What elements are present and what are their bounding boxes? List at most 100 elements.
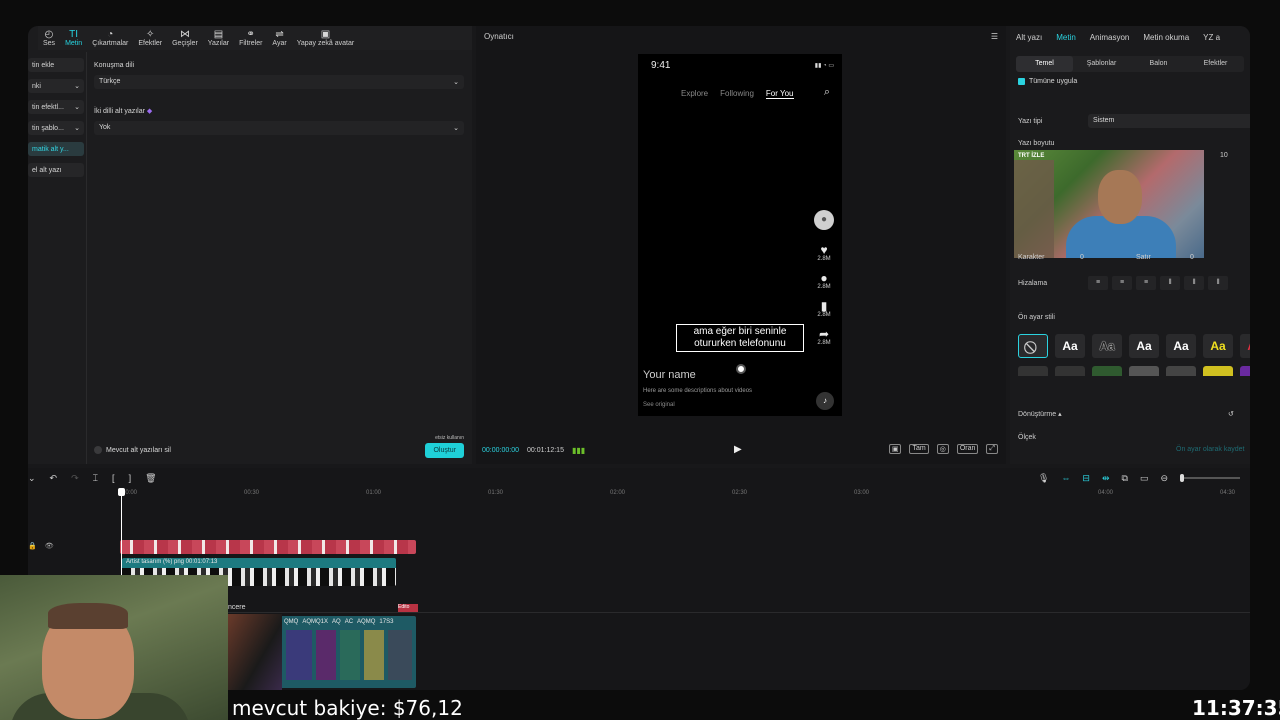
sidebar-item-text-templates[interactable]: tin şablo... ⌄ <box>28 121 84 135</box>
tool-captions[interactable]: ▤ Yazılar <box>203 26 234 50</box>
tick: 04:00 <box>1098 490 1114 496</box>
font-select[interactable]: Sistem <box>1088 114 1250 128</box>
transform-label[interactable]: Dönüştürme ▴ <box>1018 410 1062 418</box>
sidebar-item-auto-captions[interactable]: matik alt y... <box>28 142 84 156</box>
caption-view-icon[interactable]: ▭ <box>1140 473 1149 484</box>
reset-icon[interactable]: ↺ <box>1228 410 1234 418</box>
tab-ai[interactable]: YZ a <box>1203 33 1220 43</box>
menu-icon[interactable]: ☰ <box>991 32 998 42</box>
checkbox[interactable] <box>1018 78 1025 85</box>
preset-plain[interactable]: Aa <box>1166 334 1196 358</box>
save-preset-link[interactable]: Ön ayar olarak kaydet <box>1176 446 1244 453</box>
checkbox[interactable] <box>94 446 102 454</box>
sidebar-item-lyrics[interactable]: el alt yazı <box>28 163 84 177</box>
preset-item[interactable] <box>1166 366 1196 376</box>
preset-red[interactable]: Aa <box>1240 334 1250 358</box>
preset-item[interactable] <box>1018 366 1048 376</box>
vertical-center-icon[interactable]: ⦀ <box>1184 276 1204 290</box>
tab-animation[interactable]: Animasyon <box>1090 33 1130 43</box>
chevron-down-icon: ⌄ <box>74 104 80 111</box>
eye-icon[interactable]: 👁 <box>45 542 54 550</box>
chevron-down-icon[interactable]: ⌄ <box>28 473 36 484</box>
tool-effects[interactable]: ✧ Efektler <box>133 26 167 50</box>
redo-icon[interactable]: ↷ <box>71 473 79 484</box>
preset-item[interactable] <box>1129 366 1159 376</box>
link-track-icon[interactable]: ⊟ <box>1082 473 1090 484</box>
align-left-icon[interactable]: ≡ <box>1088 276 1108 290</box>
preset-item[interactable] <box>1092 366 1122 376</box>
phone-preview[interactable]: 9:41 ▮▮ ◔ ▭ Explore Following For You ⌕ … <box>638 54 842 416</box>
lock-icon[interactable]: 🔒 <box>28 542 37 550</box>
preset-item[interactable] <box>1203 366 1233 376</box>
tab-subtitles[interactable]: Alt yazı <box>1016 33 1042 43</box>
preset-yellow[interactable]: Aa <box>1203 334 1233 358</box>
spoken-language-select[interactable]: Türkçe ⌄ <box>94 75 464 89</box>
undo-icon[interactable]: ↶ <box>50 473 58 484</box>
split-icon[interactable]: ⌶ <box>93 473 98 484</box>
tool-filters[interactable]: ⚭ Filtreler <box>234 26 267 50</box>
char-value[interactable]: 0 <box>1080 254 1084 261</box>
caption-textbox[interactable]: ama eğer biri seninle otururken telefonu… <box>676 324 804 352</box>
link-main-icon[interactable]: ⇔ <box>1061 473 1070 483</box>
vertical-top-icon[interactable]: ⦀ <box>1160 276 1180 290</box>
row-label: Satır <box>1136 254 1151 261</box>
create-button[interactable]: etsiz kullanın Oluştur <box>425 435 464 458</box>
bilingual-select[interactable]: Yok ⌄ <box>94 121 464 135</box>
delete-existing-checkbox[interactable]: Mevcut alt yazıları sil <box>94 446 171 454</box>
balance-text: mevcut bakiye: $76,12 <box>232 696 463 720</box>
bookmark-icon: ▮ <box>820 299 828 313</box>
preview-axis-icon[interactable]: ⧉ <box>1122 473 1128 484</box>
preset-white[interactable]: Aa <box>1055 334 1085 358</box>
apply-all-checkbox[interactable]: Tümüne uygula <box>1018 78 1242 85</box>
tab-text-to-speech[interactable]: Metin okuma <box>1143 33 1189 43</box>
snap-icon[interactable]: ⇹ <box>1102 473 1110 484</box>
avatar-icon: ▣ <box>320 28 331 40</box>
row-value[interactable]: 0 <box>1190 254 1194 261</box>
subtab-templates[interactable]: Şablonlar <box>1073 56 1130 72</box>
full-button[interactable]: Tam <box>909 444 929 454</box>
crop-icon[interactable]: ▣ <box>888 444 902 454</box>
rotate-handle-icon[interactable] <box>736 364 746 374</box>
zoom-slider[interactable] <box>1180 474 1240 482</box>
microphone-icon[interactable]: 🎙 <box>1038 473 1049 484</box>
vertical-bottom-icon[interactable]: ⦀ <box>1208 276 1228 290</box>
small-clip[interactable]: Edito <box>398 604 418 612</box>
sidebar-item-presets[interactable]: nki ⌄ <box>28 79 84 93</box>
preset-outline[interactable]: Aa <box>1092 334 1122 358</box>
subtab-effects[interactable]: Efektler <box>1187 56 1244 72</box>
tool-audio[interactable]: ◴ Ses <box>38 26 60 50</box>
align-right-icon[interactable]: ≡ <box>1136 276 1156 290</box>
ratio-button[interactable]: Oran <box>956 444 979 454</box>
play-button[interactable]: ▶ <box>734 444 742 455</box>
delete-icon[interactable]: 🗑 <box>145 473 156 484</box>
preset-none-icon[interactable]: ⃠ <box>1018 334 1048 358</box>
video-thumbnail: TRT İZLE <box>1014 150 1204 258</box>
tool-text[interactable]: TI Metin <box>60 26 87 50</box>
text-icon: TI <box>69 28 79 40</box>
fullscreen-icon[interactable]: ⤢ <box>986 444 998 454</box>
tool-ai-avatar[interactable]: ▣ Yapay zekâ avatar <box>292 26 359 50</box>
preset-shadow[interactable]: Aa <box>1129 334 1159 358</box>
subtitle-clip[interactable] <box>120 540 416 554</box>
screenshot-icon[interactable]: ◎ <box>936 444 949 454</box>
subtab-bubble[interactable]: Balon <box>1130 56 1187 72</box>
subtab-basic[interactable]: Temel <box>1016 56 1073 72</box>
split-right-icon[interactable]: ] <box>129 473 132 484</box>
tab-text[interactable]: Metin <box>1056 33 1076 43</box>
timeline-ruler: 00:00 00:30 01:00 01:30 02:00 02:30 03:0… <box>118 490 1250 500</box>
zoom-out-icon[interactable]: ⊖ <box>1160 473 1168 484</box>
preset-item[interactable] <box>1055 366 1085 376</box>
font-size-value[interactable]: 10 <box>1220 152 1228 159</box>
tool-transitions[interactable]: ⋈ Geçişler <box>167 26 203 50</box>
clip-label: 17S3 <box>379 619 394 625</box>
video-frame <box>388 630 412 680</box>
split-left-icon[interactable]: [ <box>112 473 115 484</box>
heart-icon: ♥ <box>820 243 828 257</box>
tool-stickers[interactable]: ◔ Çıkartmalar <box>87 26 133 50</box>
sidebar-item-add-text[interactable]: tin ekle <box>28 58 84 72</box>
sidebar-item-text-effects[interactable]: tin efektl... ⌄ <box>28 100 84 114</box>
tool-adjust[interactable]: ⇌ Ayar <box>267 26 291 50</box>
diamond-icon: ◆ <box>146 108 153 115</box>
align-center-icon[interactable]: ≡ <box>1112 276 1132 290</box>
preset-item[interactable] <box>1240 366 1250 376</box>
